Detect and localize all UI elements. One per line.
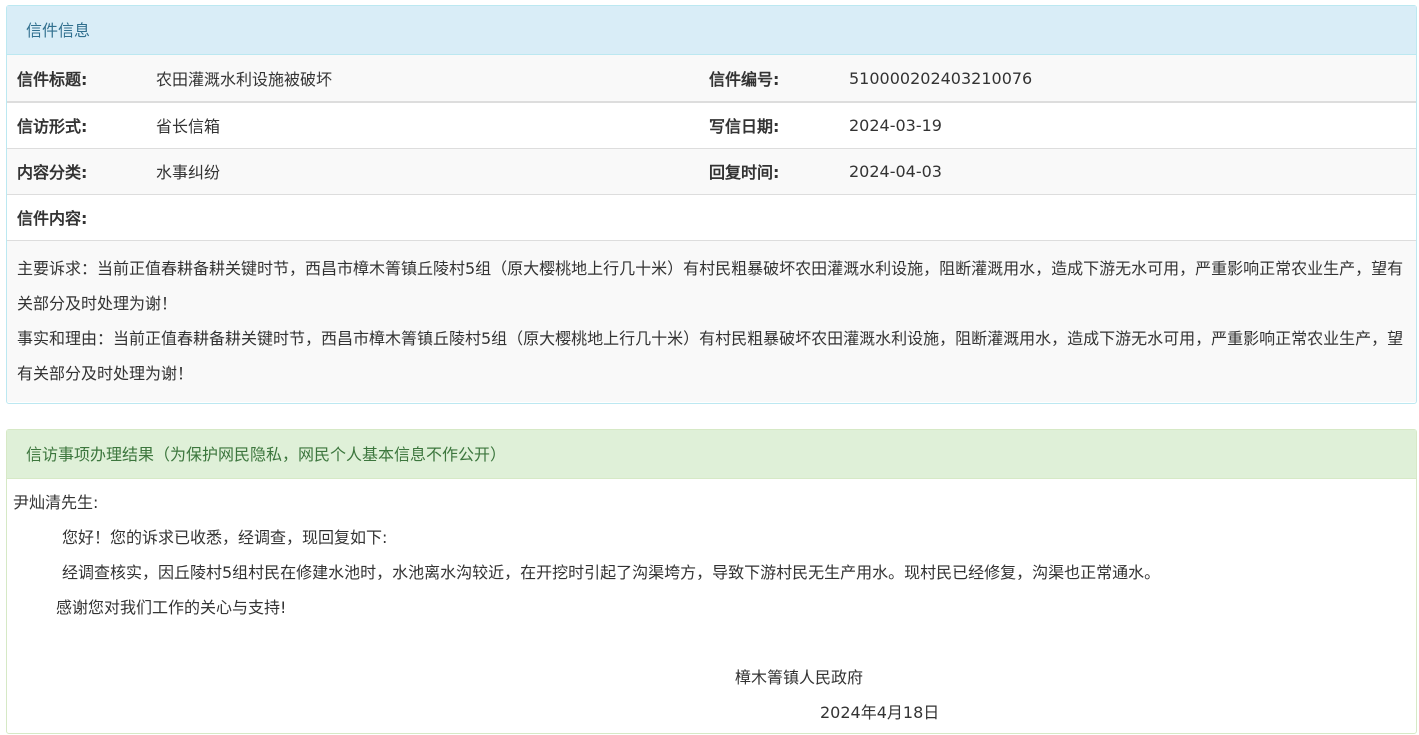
reply-line: 感谢您对我们工作的关心与支持! [56,598,287,617]
letter-info-table: 信件标题: 农田灌溉水利设施被破坏 信件编号: 5100002024032100… [7,55,1416,240]
letter-title-value: 农田灌溉水利设施被破坏 [156,55,699,103]
reply-line: 经调查核实，因丘陵村5组村民在修建水池时，水池离水沟较近，在开挖时引起了沟渠垮方… [62,563,1161,582]
letter-form-label: 信访形式: [7,101,156,148]
reply-time-value: 2024-04-03 [849,147,1416,194]
letter-content-label: 信件内容: [7,193,1416,240]
table-row: 内容分类: 水事纠纷 回复时间: 2024-04-03 [7,147,1416,194]
write-date-value: 2024-03-19 [849,101,1416,148]
signature-date: 2024年4月18日 [820,703,940,722]
signature-org: 樟木箐镇人民政府 [735,668,864,687]
table-row: 信访形式: 省长信箱 写信日期: 2024-03-19 [7,101,1416,148]
result-panel: 信访事项办理结果（为保护网民隐私，网民个人基本信息不作公开） 尹灿清先生: 您好… [6,429,1417,734]
reply-time-label: 回复时间: [699,147,849,194]
letter-title-label: 信件标题: [7,55,156,103]
letter-content: 主要诉求：当前正值春耕备耕关键时节，西昌市樟木箐镇丘陵村5组（原大樱桃地上行几十… [7,240,1416,402]
reply-line: 您好！您的诉求已收悉，经调查，现回复如下: [62,528,388,547]
table-row: 信件标题: 农田灌溉水利设施被破坏 信件编号: 5100002024032100… [7,55,1416,103]
reply-greeting: 尹灿清先生: [13,493,99,512]
result-heading: 信访事项办理结果（为保护网民隐私，网民个人基本信息不作公开） [7,430,1416,479]
table-row: 信件内容: [7,193,1416,240]
letter-facts-text: 事实和理由：当前正值春耕备耕关键时节，西昌市樟木箐镇丘陵村5组（原大樱桃地上行几… [17,329,1404,383]
letter-info-heading: 信件信息 [7,6,1416,55]
letter-info-panel: 信件信息 信件标题: 农田灌溉水利设施被破坏 信件编号: 51000020240… [6,5,1417,404]
letter-form-value: 省长信箱 [156,101,699,148]
letter-number-label: 信件编号: [699,55,849,103]
write-date-label: 写信日期: [699,101,849,148]
letter-demand-text: 主要诉求：当前正值春耕备耕关键时节，西昌市樟木箐镇丘陵村5组（原大樱桃地上行几十… [17,259,1404,313]
reply-body: 尹灿清先生: 您好！您的诉求已收悉，经调查，现回复如下: 经调查核实，因丘陵村5… [7,479,1416,730]
letter-number-value: 510000202403210076 [849,55,1416,103]
category-value: 水事纠纷 [156,147,699,194]
category-label: 内容分类: [7,147,156,194]
